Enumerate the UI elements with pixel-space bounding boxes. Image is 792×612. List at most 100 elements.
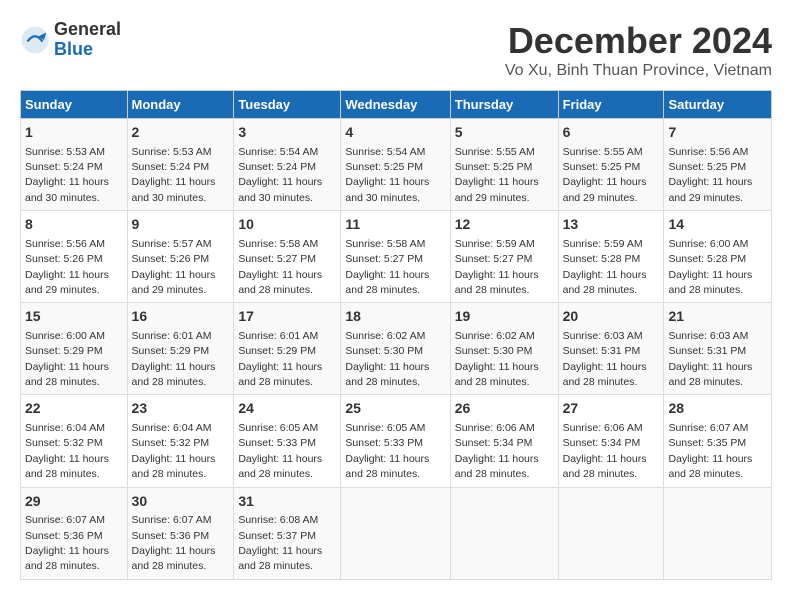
calendar-body: 1 Sunrise: 5:53 AMSunset: 5:24 PMDayligh… (21, 119, 772, 580)
calendar-day: 26 Sunrise: 6:06 AMSunset: 5:34 PMDaylig… (450, 395, 558, 487)
day-info: Sunrise: 5:58 AMSunset: 5:27 PMDaylight:… (238, 238, 322, 296)
calendar-day: 7 Sunrise: 5:56 AMSunset: 5:25 PMDayligh… (664, 119, 772, 211)
day-info: Sunrise: 5:54 AMSunset: 5:24 PMDaylight:… (238, 146, 322, 204)
day-number: 18 (345, 307, 445, 327)
calendar-day: 29 Sunrise: 6:07 AMSunset: 5:36 PMDaylig… (21, 487, 128, 579)
weekday-thursday: Thursday (450, 91, 558, 119)
calendar-day: 27 Sunrise: 6:06 AMSunset: 5:34 PMDaylig… (558, 395, 664, 487)
calendar-title: December 2024 (505, 20, 772, 62)
calendar-day: 22 Sunrise: 6:04 AMSunset: 5:32 PMDaylig… (21, 395, 128, 487)
calendar-day: 31 Sunrise: 6:08 AMSunset: 5:37 PMDaylig… (234, 487, 341, 579)
day-info: Sunrise: 6:07 AMSunset: 5:35 PMDaylight:… (668, 422, 752, 480)
day-info: Sunrise: 6:06 AMSunset: 5:34 PMDaylight:… (563, 422, 647, 480)
calendar-day (341, 487, 450, 579)
calendar-day: 21 Sunrise: 6:03 AMSunset: 5:31 PMDaylig… (664, 303, 772, 395)
day-info: Sunrise: 6:05 AMSunset: 5:33 PMDaylight:… (345, 422, 429, 480)
calendar-week-4: 22 Sunrise: 6:04 AMSunset: 5:32 PMDaylig… (21, 395, 772, 487)
calendar-day: 9 Sunrise: 5:57 AMSunset: 5:26 PMDayligh… (127, 211, 234, 303)
calendar-day: 10 Sunrise: 5:58 AMSunset: 5:27 PMDaylig… (234, 211, 341, 303)
weekday-wednesday: Wednesday (341, 91, 450, 119)
day-info: Sunrise: 6:01 AMSunset: 5:29 PMDaylight:… (132, 330, 216, 388)
calendar-day: 30 Sunrise: 6:07 AMSunset: 5:36 PMDaylig… (127, 487, 234, 579)
day-number: 27 (563, 399, 660, 419)
calendar-day: 23 Sunrise: 6:04 AMSunset: 5:32 PMDaylig… (127, 395, 234, 487)
day-info: Sunrise: 5:57 AMSunset: 5:26 PMDaylight:… (132, 238, 216, 296)
day-number: 26 (455, 399, 554, 419)
day-info: Sunrise: 6:03 AMSunset: 5:31 PMDaylight:… (563, 330, 647, 388)
logo-text: General Blue (54, 20, 121, 60)
day-info: Sunrise: 6:07 AMSunset: 5:36 PMDaylight:… (25, 514, 109, 572)
day-number: 30 (132, 492, 230, 512)
day-info: Sunrise: 6:06 AMSunset: 5:34 PMDaylight:… (455, 422, 539, 480)
weekday-sunday: Sunday (21, 91, 128, 119)
day-info: Sunrise: 6:04 AMSunset: 5:32 PMDaylight:… (25, 422, 109, 480)
logo-icon (20, 25, 50, 55)
calendar-day: 25 Sunrise: 6:05 AMSunset: 5:33 PMDaylig… (341, 395, 450, 487)
weekday-friday: Friday (558, 91, 664, 119)
logo-general: General (54, 20, 121, 40)
calendar-day: 1 Sunrise: 5:53 AMSunset: 5:24 PMDayligh… (21, 119, 128, 211)
calendar-week-1: 1 Sunrise: 5:53 AMSunset: 5:24 PMDayligh… (21, 119, 772, 211)
day-number: 10 (238, 215, 336, 235)
day-number: 17 (238, 307, 336, 327)
calendar-subtitle: Vo Xu, Binh Thuan Province, Vietnam (505, 62, 772, 80)
day-info: Sunrise: 5:58 AMSunset: 5:27 PMDaylight:… (345, 238, 429, 296)
day-info: Sunrise: 6:02 AMSunset: 5:30 PMDaylight:… (345, 330, 429, 388)
calendar-day: 3 Sunrise: 5:54 AMSunset: 5:24 PMDayligh… (234, 119, 341, 211)
logo: General Blue (20, 20, 121, 60)
day-info: Sunrise: 5:59 AMSunset: 5:28 PMDaylight:… (563, 238, 647, 296)
day-number: 9 (132, 215, 230, 235)
day-number: 16 (132, 307, 230, 327)
day-info: Sunrise: 6:01 AMSunset: 5:29 PMDaylight:… (238, 330, 322, 388)
calendar-day: 6 Sunrise: 5:55 AMSunset: 5:25 PMDayligh… (558, 119, 664, 211)
calendar-day: 14 Sunrise: 6:00 AMSunset: 5:28 PMDaylig… (664, 211, 772, 303)
calendar-day (664, 487, 772, 579)
title-section: December 2024 Vo Xu, Binh Thuan Province… (505, 20, 772, 80)
day-number: 5 (455, 123, 554, 143)
day-info: Sunrise: 5:55 AMSunset: 5:25 PMDaylight:… (563, 146, 647, 204)
day-info: Sunrise: 6:00 AMSunset: 5:29 PMDaylight:… (25, 330, 109, 388)
calendar-week-2: 8 Sunrise: 5:56 AMSunset: 5:26 PMDayligh… (21, 211, 772, 303)
day-info: Sunrise: 6:00 AMSunset: 5:28 PMDaylight:… (668, 238, 752, 296)
calendar-day: 11 Sunrise: 5:58 AMSunset: 5:27 PMDaylig… (341, 211, 450, 303)
calendar-day: 18 Sunrise: 6:02 AMSunset: 5:30 PMDaylig… (341, 303, 450, 395)
calendar-day: 5 Sunrise: 5:55 AMSunset: 5:25 PMDayligh… (450, 119, 558, 211)
day-number: 2 (132, 123, 230, 143)
day-info: Sunrise: 6:04 AMSunset: 5:32 PMDaylight:… (132, 422, 216, 480)
day-number: 15 (25, 307, 123, 327)
day-number: 6 (563, 123, 660, 143)
calendar-day (558, 487, 664, 579)
day-info: Sunrise: 6:02 AMSunset: 5:30 PMDaylight:… (455, 330, 539, 388)
weekday-header: SundayMondayTuesdayWednesdayThursdayFrid… (21, 91, 772, 119)
day-number: 14 (668, 215, 767, 235)
calendar-day: 20 Sunrise: 6:03 AMSunset: 5:31 PMDaylig… (558, 303, 664, 395)
logo-blue: Blue (54, 40, 121, 60)
page-header: General Blue December 2024 Vo Xu, Binh T… (20, 20, 772, 80)
day-number: 12 (455, 215, 554, 235)
day-number: 31 (238, 492, 336, 512)
day-number: 28 (668, 399, 767, 419)
day-number: 8 (25, 215, 123, 235)
calendar-day: 8 Sunrise: 5:56 AMSunset: 5:26 PMDayligh… (21, 211, 128, 303)
day-info: Sunrise: 6:03 AMSunset: 5:31 PMDaylight:… (668, 330, 752, 388)
day-info: Sunrise: 5:56 AMSunset: 5:25 PMDaylight:… (668, 146, 752, 204)
day-info: Sunrise: 5:54 AMSunset: 5:25 PMDaylight:… (345, 146, 429, 204)
day-info: Sunrise: 6:07 AMSunset: 5:36 PMDaylight:… (132, 514, 216, 572)
day-number: 25 (345, 399, 445, 419)
day-info: Sunrise: 5:59 AMSunset: 5:27 PMDaylight:… (455, 238, 539, 296)
calendar-day: 12 Sunrise: 5:59 AMSunset: 5:27 PMDaylig… (450, 211, 558, 303)
day-info: Sunrise: 5:55 AMSunset: 5:25 PMDaylight:… (455, 146, 539, 204)
calendar-table: SundayMondayTuesdayWednesdayThursdayFrid… (20, 90, 772, 580)
day-info: Sunrise: 5:53 AMSunset: 5:24 PMDaylight:… (132, 146, 216, 204)
calendar-day: 19 Sunrise: 6:02 AMSunset: 5:30 PMDaylig… (450, 303, 558, 395)
day-number: 19 (455, 307, 554, 327)
weekday-tuesday: Tuesday (234, 91, 341, 119)
calendar-day: 28 Sunrise: 6:07 AMSunset: 5:35 PMDaylig… (664, 395, 772, 487)
calendar-week-3: 15 Sunrise: 6:00 AMSunset: 5:29 PMDaylig… (21, 303, 772, 395)
day-number: 20 (563, 307, 660, 327)
calendar-week-5: 29 Sunrise: 6:07 AMSunset: 5:36 PMDaylig… (21, 487, 772, 579)
day-number: 22 (25, 399, 123, 419)
day-number: 29 (25, 492, 123, 512)
day-number: 4 (345, 123, 445, 143)
calendar-day: 16 Sunrise: 6:01 AMSunset: 5:29 PMDaylig… (127, 303, 234, 395)
